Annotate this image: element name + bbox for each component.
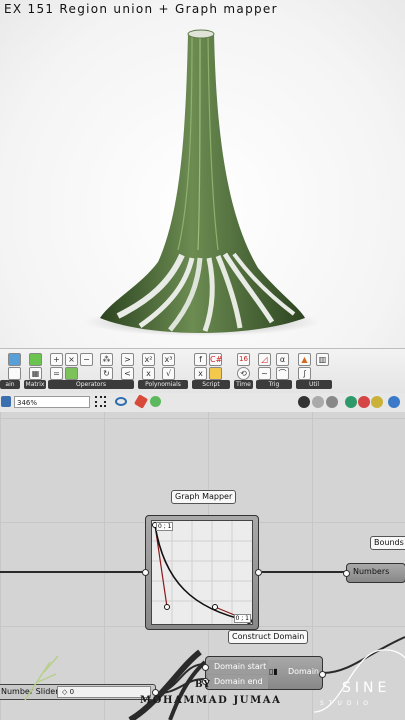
zoom-field[interactable]: 346%: [14, 396, 90, 408]
component-ribbon: ain ▦ Matrix + × − ⁂ > = ↻ < Operators x…: [0, 348, 405, 394]
domain-start-port[interactable]: [202, 664, 209, 671]
zoom-extents-icon[interactable]: [95, 396, 106, 407]
byline-name: MOHAMMAD JUMAA: [140, 695, 282, 706]
graph-mapper-component[interactable]: 0 ; 1 0 ; 1: [142, 515, 262, 630]
addition-icon[interactable]: +: [50, 353, 63, 366]
mesh-settings-icon[interactable]: [358, 396, 370, 408]
globe-icon[interactable]: [388, 396, 400, 408]
gate-icon[interactable]: ⁂: [100, 353, 113, 366]
python-icon[interactable]: [209, 367, 222, 380]
integer-icon[interactable]: [8, 367, 21, 380]
domain-end-input[interactable]: Domain end: [208, 675, 268, 689]
log-icon[interactable]: x: [142, 367, 155, 380]
ribbon-group-operators: + × − ⁂ > = ↻ < Operators: [48, 351, 136, 391]
calendar-icon[interactable]: 16: [237, 353, 250, 366]
render-viewport: EX 151 Region union + Graph mapper: [0, 0, 405, 348]
graph-mapper-output[interactable]: [255, 569, 262, 576]
sketch-pen-icon[interactable]: [133, 394, 149, 409]
graph-editor[interactable]: 0 ; 1 0 ; 1: [151, 520, 253, 625]
construct-domain-component[interactable]: Domain start Domain end ▯▮ Domain: [202, 656, 326, 690]
subtraction-icon[interactable]: −: [80, 353, 93, 366]
ribbon-group-polynomials: x² x³ x √ Polynomials: [138, 351, 190, 391]
domain-icon: ▯▮: [269, 667, 278, 676]
equality-icon[interactable]: =: [50, 367, 63, 380]
bounds-input[interactable]: [343, 570, 350, 577]
ribbon-group-util: ▲ ▥ ∫ Util: [296, 351, 334, 391]
expression-icon[interactable]: f: [194, 353, 207, 366]
truncate-icon[interactable]: ▥: [316, 353, 329, 366]
csharp-icon[interactable]: C#: [209, 353, 222, 366]
sine-studio-logo: SINE STUDIO: [312, 642, 405, 720]
grasshopper-canvas[interactable]: Graph Mapper 0 ; 1 0 ; 1 Bounds Numbers …: [0, 412, 405, 720]
ribbon-group-time: 16 ⟲ Time: [234, 351, 254, 391]
natural-log-icon[interactable]: √: [162, 367, 175, 380]
canvas-toolbar: 346%: [0, 393, 405, 413]
clock-icon[interactable]: ⟲: [237, 367, 250, 380]
shaded-icon[interactable]: [326, 396, 338, 408]
ribbon-label-matrix[interactable]: Matrix: [24, 380, 46, 389]
bounds-label: Bounds: [370, 536, 405, 550]
document-preview-icon[interactable]: [371, 396, 383, 408]
grasshopper-icon: [24, 655, 59, 701]
byline-by: BY: [195, 680, 211, 690]
graph-domain-tag: 0 ; 1: [156, 522, 174, 531]
ribbon-label-trig[interactable]: Trig: [256, 380, 292, 389]
graph-curve: [152, 521, 252, 624]
matrix-icon[interactable]: [29, 353, 42, 366]
extremes-icon[interactable]: ▲: [298, 353, 311, 366]
angle-icon[interactable]: α: [276, 353, 289, 366]
sine-icon[interactable]: ~: [258, 367, 271, 380]
number-slider-track[interactable]: ◇ 0: [57, 686, 151, 698]
bounds-component[interactable]: Numbers: [343, 563, 405, 583]
ribbon-label-time[interactable]: Time: [234, 380, 253, 389]
radians-icon[interactable]: ⌒: [276, 367, 289, 380]
graph-range-tag: 0 ; 1: [233, 614, 251, 623]
domain-start-input[interactable]: Domain start: [208, 660, 268, 674]
less-than-icon[interactable]: <: [121, 367, 134, 380]
selected-only-icon[interactable]: [345, 396, 357, 408]
ribbon-label-polynomials[interactable]: Polynomials: [138, 380, 188, 389]
square-icon[interactable]: x³: [162, 353, 175, 366]
ribbon-label-operators[interactable]: Operators: [48, 380, 134, 389]
ribbon-label-main[interactable]: ain: [0, 380, 20, 389]
ribbon-label-script[interactable]: Script: [192, 380, 230, 389]
integral-icon[interactable]: ∫: [298, 367, 311, 380]
logo-sine-text: SINE: [342, 680, 391, 696]
logo-studio-text: STUDIO: [320, 700, 373, 707]
multiplication-icon[interactable]: ×: [65, 353, 78, 366]
preview-eye-icon[interactable]: [115, 397, 127, 406]
ribbon-group-main: ain: [0, 351, 22, 391]
graph-mapper-input[interactable]: [142, 569, 149, 576]
sculpture-render: [84, 29, 320, 336]
graph-mapper-label: Graph Mapper: [171, 490, 237, 504]
evaluate-icon[interactable]: x: [194, 367, 207, 380]
ribbon-label-util[interactable]: Util: [296, 380, 332, 389]
ribbon-group-trig: ◿ α ~ ⌒ Trig: [256, 351, 294, 391]
construct-domain-label: Construct Domain: [228, 630, 309, 644]
relative-icon[interactable]: [65, 367, 78, 380]
save-icon[interactable]: [1, 396, 11, 407]
transpose-icon[interactable]: ▦: [29, 367, 42, 380]
preview-mode-icon[interactable]: [298, 396, 310, 408]
wireframe-icon[interactable]: [312, 396, 324, 408]
ribbon-group-matrix: ▦ Matrix: [24, 351, 46, 391]
cycle-icon[interactable]: ↻: [100, 367, 113, 380]
power-icon[interactable]: x²: [142, 353, 155, 366]
recompute-icon[interactable]: [150, 396, 161, 407]
numbers-input-label: Numbers: [353, 567, 390, 576]
triangle-icon[interactable]: ◿: [258, 353, 271, 366]
greater-than-icon[interactable]: >: [121, 353, 134, 366]
ribbon-group-script: f C# x Script: [192, 351, 232, 391]
number-icon[interactable]: [8, 353, 21, 366]
